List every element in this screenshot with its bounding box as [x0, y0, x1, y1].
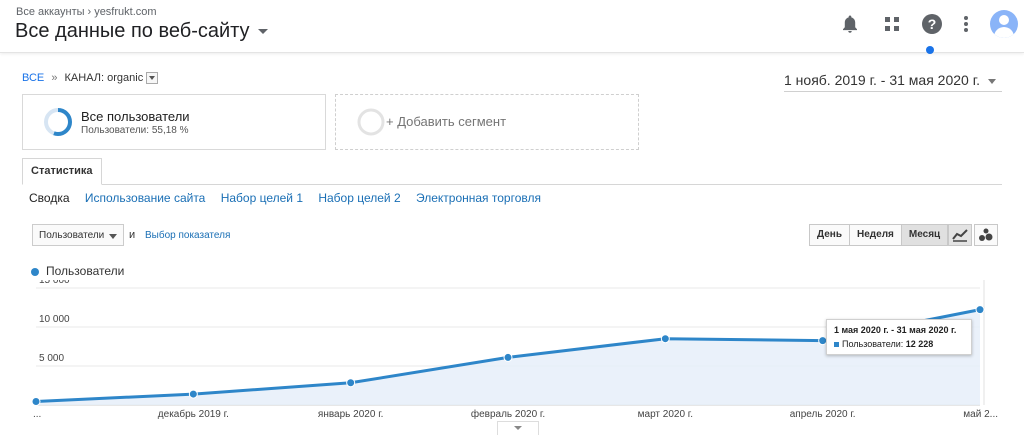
subnav-goals-2[interactable]: Набор целей 2	[318, 191, 400, 205]
tooltip-title: 1 мая 2020 г. - 31 мая 2020 г.	[834, 325, 957, 335]
segment-breadcrumb: ВСЕ » КАНАЛ: organic	[22, 72, 159, 85]
pick-metric-link[interactable]: Выбор показателя	[145, 230, 230, 241]
notification-dot	[926, 46, 934, 54]
add-segment-card[interactable]: + Добавить сегмент	[335, 94, 639, 150]
and-label: и	[129, 229, 136, 241]
x-tick-label: апрель 2020 г.	[790, 409, 856, 420]
more-vert-icon[interactable]	[952, 10, 980, 38]
breadcrumb-site[interactable]: yesfrukt.com	[94, 6, 156, 18]
x-tick-label: ...	[33, 409, 41, 420]
user-icon	[990, 10, 1018, 38]
data-point	[975, 305, 985, 315]
filter-dropdown-icon[interactable]	[146, 72, 159, 85]
period-week-button[interactable]: Неделя	[849, 224, 902, 246]
subnav-ecommerce[interactable]: Электронная торговля	[416, 191, 541, 205]
metric-select-value: Пользователи	[39, 230, 105, 241]
data-point	[660, 334, 670, 344]
chevron-down-icon	[257, 29, 268, 35]
x-tick-label: март 2020 г.	[638, 409, 693, 420]
x-tick-label: февраль 2020 г.	[471, 408, 545, 420]
motion-chart-view-button[interactable]	[974, 224, 998, 246]
segment-card-all-users[interactable]: Все пользователи Пользователи: 55,18 %	[22, 94, 326, 150]
report-subnav: Сводка Использование сайта Набор целей 1…	[29, 191, 553, 205]
period-day-button[interactable]: День	[809, 224, 850, 246]
date-range-label: 1 нояб. 2019 г. - 31 мая 2020 г.	[784, 72, 980, 88]
help-icon[interactable]: ?	[918, 10, 946, 38]
bell-icon[interactable]	[836, 10, 864, 38]
data-point	[188, 389, 198, 399]
collapse-handle[interactable]	[497, 421, 539, 435]
tab-statistics[interactable]: Статистика	[22, 158, 102, 185]
segment-subtitle: Пользователи: 55,18 %	[81, 125, 189, 136]
breadcrumb-separator: ›	[87, 6, 92, 18]
channel-filter: КАНАЛ: organic	[64, 72, 144, 84]
apps-grid-icon[interactable]	[878, 10, 906, 38]
app-header: Все аккаунты › yesfrukt.com Все данные по …	[0, 0, 1024, 53]
metric-select[interactable]: Пользователи	[32, 224, 124, 246]
account-avatar[interactable]	[990, 10, 1018, 38]
tooltip-value: 12 228	[905, 339, 934, 349]
line-chart-icon	[952, 229, 968, 242]
y-tick-label: 5 000	[39, 353, 64, 364]
legend-label: Пользователи	[46, 264, 125, 278]
tooltip-metric: Пользователи:	[842, 339, 904, 349]
chart-legend: Пользователи	[31, 264, 124, 278]
empty-segment-ring-icon	[357, 108, 385, 136]
segment-title: Все пользователи	[81, 109, 190, 124]
all-link[interactable]: ВСЕ	[22, 72, 44, 84]
series-swatch	[834, 342, 839, 348]
breadcrumb-accounts[interactable]: Все аккаунты	[16, 6, 85, 18]
report-tabs: Статистика	[22, 158, 1002, 185]
tooltip-value-row: Пользователи: 12 228	[834, 339, 933, 349]
chart-tooltip: 1 мая 2020 г. - 31 мая 2020 г. Пользоват…	[826, 319, 972, 355]
line-chart-view-button[interactable]	[948, 224, 972, 246]
period-toggle: День Неделя Месяц	[809, 224, 949, 246]
chevron-down-icon	[988, 78, 996, 84]
subnav-site-usage[interactable]: Использование сайта	[85, 191, 206, 205]
view-selector[interactable]: Все данные по веб-сайту	[15, 20, 268, 43]
y-tick-label: 15 000	[39, 280, 70, 286]
bubble-chart-icon	[979, 228, 993, 241]
segment-ring-icon	[44, 108, 72, 136]
legend-dot-icon	[31, 267, 39, 276]
data-point	[31, 396, 41, 406]
breadcrumb: Все аккаунты › yesfrukt.com	[16, 6, 157, 18]
page-title: Все данные по веб-сайту	[15, 20, 250, 42]
breadcrumb-separator: »	[51, 72, 58, 84]
data-point	[346, 378, 356, 388]
y-tick-label: 10 000	[39, 314, 70, 325]
x-tick-label: декабрь 2019 г.	[158, 408, 229, 420]
date-range-picker[interactable]: 1 нояб. 2019 г. - 31 мая 2020 г.	[784, 72, 1002, 92]
add-segment-label: + Добавить сегмент	[386, 114, 507, 129]
subnav-summary[interactable]: Сводка	[29, 191, 70, 205]
data-point	[503, 352, 513, 362]
x-tick-label: январь 2020 г.	[318, 409, 383, 420]
svg-text:?: ?	[928, 16, 937, 32]
chevron-down-icon	[109, 234, 117, 239]
x-tick-label: май 2...	[963, 409, 998, 420]
subnav-goals-1[interactable]: Набор целей 1	[221, 191, 303, 205]
period-month-button[interactable]: Месяц	[900, 224, 949, 246]
